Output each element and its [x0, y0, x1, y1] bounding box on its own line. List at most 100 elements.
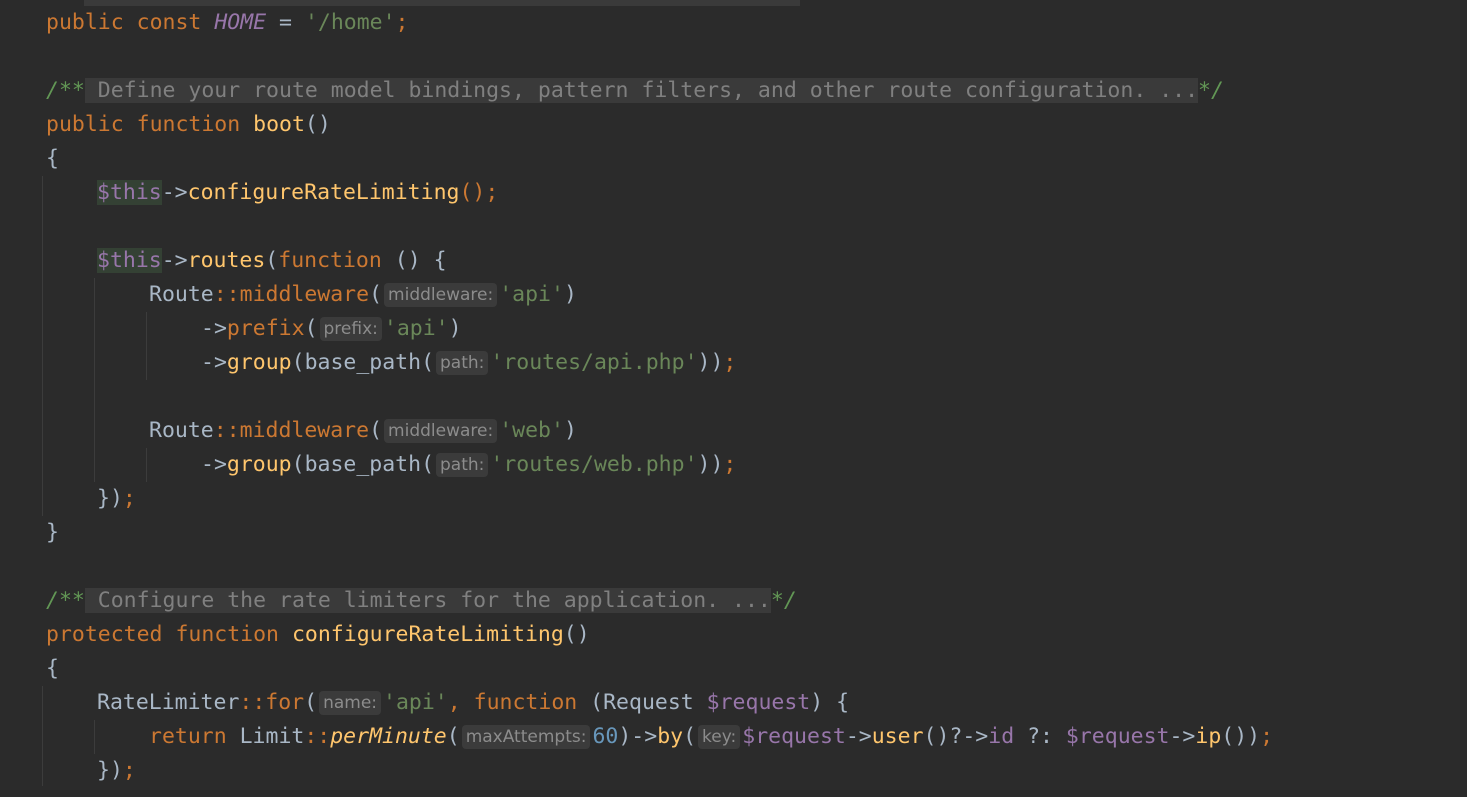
closure-signature: (Request [577, 690, 707, 715]
code-line[interactable]: { [46, 652, 59, 686]
arrow: -> [845, 724, 872, 749]
code-line[interactable]: public function boot() [46, 108, 331, 142]
brace: { [46, 656, 59, 681]
parens: () [304, 112, 331, 137]
code-line[interactable]: protected function configureRateLimiting… [46, 618, 590, 652]
code-line[interactable]: } [46, 516, 59, 550]
operator: )-> [618, 724, 658, 749]
code-line[interactable]: { [46, 142, 59, 176]
keyword: const [136, 10, 202, 35]
indent-guide [146, 448, 147, 482]
arrow: -> [161, 248, 188, 273]
code-line[interactable]: return Limit::perMinute(maxAttempts: 60)-… [149, 720, 1273, 754]
operator: ()?-> [923, 724, 989, 749]
code-line[interactable]: }); [97, 482, 136, 516]
variable: $request [1065, 724, 1170, 749]
semicolon: ; [723, 350, 737, 375]
parameter-hint: key: [698, 725, 741, 749]
paren: ( [265, 248, 279, 273]
keyword: function [136, 112, 241, 137]
parameter-hint: maxAttempts: [461, 725, 591, 749]
paren: ( [369, 418, 383, 443]
closure-close: }) [97, 758, 123, 783]
keyword: function [175, 622, 280, 647]
code-line[interactable]: /** Define your route model bindings, pa… [46, 74, 1224, 108]
keyword: public [46, 10, 124, 35]
method-call: routes [187, 248, 266, 273]
code-line[interactable]: ->group(base_path(path:'routes/web.php')… [201, 448, 736, 482]
static-method: middleware [239, 418, 370, 443]
paren: ) [563, 282, 577, 307]
parameter-hint: name: [319, 691, 382, 715]
method-call: configureRateLimiting [187, 180, 460, 205]
scope-operator: :: [213, 282, 240, 307]
constant-name: HOME [214, 10, 267, 35]
semicolon: ; [1260, 724, 1274, 749]
property: id [988, 724, 1015, 749]
number-literal: 60 [592, 724, 619, 749]
code-line[interactable]: public const HOME = '/home'; [46, 6, 409, 40]
operator: ?: [1014, 724, 1066, 749]
code-line[interactable]: ->group(base_path(path:'routes/api.php')… [201, 346, 736, 380]
folded-doc-comment[interactable]: Configure the rate limiters for the appl… [84, 588, 771, 613]
code-line[interactable]: ->prefix(prefix:'api') [201, 312, 462, 346]
code-line[interactable]: }); [97, 754, 136, 788]
code-line[interactable]: Route::middleware(middleware:'api') [149, 278, 577, 312]
arrow: -> [201, 350, 227, 375]
parameter-hint: path: [436, 351, 489, 375]
string-literal: 'api' [383, 690, 448, 715]
indent-guide [94, 278, 95, 482]
doc-comment-close: */ [1198, 78, 1224, 103]
variable: $request [742, 724, 846, 749]
paren: )) [697, 452, 724, 477]
method-call: user [871, 724, 924, 749]
closure-signature-end: ) { [810, 690, 850, 715]
semicolon: ; [122, 758, 136, 783]
keyword: public [46, 112, 124, 137]
parameter-hint: path: [436, 453, 489, 477]
function-name: boot [253, 112, 305, 137]
this-variable: $this [97, 180, 162, 205]
function-name: configureRateLimiting [291, 622, 564, 647]
code-line[interactable]: /** Configure the rate limiters for the … [46, 584, 797, 618]
string-literal: 'routes/api.php' [490, 350, 698, 375]
class-name: RateLimiter [97, 690, 240, 715]
folded-doc-comment[interactable]: Define your route model bindings, patter… [84, 78, 1199, 103]
method-call: by [657, 724, 684, 749]
code-line[interactable]: RateLimiter::for(name:'api', function (R… [97, 686, 849, 720]
keyword: protected [46, 622, 163, 647]
method-call: group [226, 452, 292, 477]
parameter-hint: middleware: [384, 419, 498, 443]
paren: ( [369, 282, 383, 307]
code-line[interactable]: $this->routes(function () { [97, 244, 447, 278]
indent-guide [94, 720, 95, 754]
string-literal: 'api' [499, 282, 564, 307]
keyword: function [278, 248, 382, 273]
class-name: Limit [226, 724, 305, 749]
string-literal: 'api' [383, 316, 449, 341]
class-name: Route [149, 418, 214, 443]
code-editor[interactable]: public const HOME = '/home'; /** Define … [0, 0, 1467, 797]
paren: ) [448, 316, 462, 341]
semicolon: ; [122, 486, 136, 511]
method-call: group [226, 350, 292, 375]
string-literal: 'web' [499, 418, 564, 443]
static-method: middleware [239, 282, 370, 307]
paren: )) [697, 350, 724, 375]
scope-operator: :: [304, 724, 331, 749]
parameter-hint: middleware: [384, 283, 498, 307]
code-line[interactable]: Route::middleware(middleware:'web') [149, 414, 577, 448]
keyword: return [149, 724, 227, 749]
doc-comment-close: */ [770, 588, 797, 613]
keyword: function [473, 690, 578, 715]
indent-guide [42, 176, 43, 516]
paren: ) [563, 418, 577, 443]
code-line[interactable]: $this->configureRateLimiting(); [97, 176, 498, 210]
static-method: perMinute [330, 724, 447, 749]
comma: , [447, 690, 474, 715]
function-call: (base_path( [291, 350, 435, 375]
method-call: prefix [226, 316, 305, 341]
indent-guide [146, 312, 147, 380]
paren: ()) [1221, 724, 1261, 749]
string-literal: '/home' [304, 10, 396, 35]
